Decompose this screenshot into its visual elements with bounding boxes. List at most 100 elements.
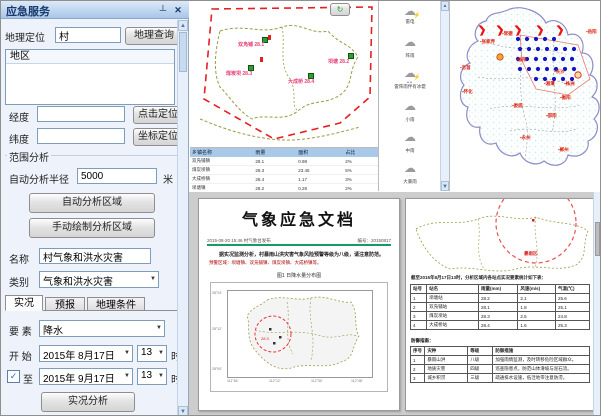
click-locate-button[interactable]: 点击定位 (133, 106, 183, 124)
heavy-rain-icon: ☁ (379, 162, 441, 175)
rain-station-dot (572, 67, 576, 71)
city-label: ▪怀化 (462, 89, 473, 95)
city-label: ▪永州 (520, 135, 531, 141)
tab-forecast[interactable]: 预报 (45, 297, 85, 311)
type-select[interactable]: 气象和洪水灾害 ▼ (39, 271, 159, 288)
end-hour-select[interactable]: 13▼ (137, 368, 167, 385)
table-row: 3煤炭坝站28.32.524.8 (411, 312, 590, 321)
scroll-down-icon[interactable]: ▼ (178, 406, 188, 416)
auto-analyze-area-button[interactable]: 自动分析区域 (29, 193, 155, 213)
coord-locate-button[interactable]: 坐标定位 (133, 128, 183, 146)
pin-icon[interactable]: ┴ (157, 4, 169, 16)
province-map[interactable]: ▪岳阳 ▪常德 ▪张家界 ▪吉首 ▪怀化 ▪益阳 ▪长沙 ▪株洲 ▪湘潭 ▪娄底… (449, 1, 601, 191)
chart-map-canvas: 28.3 (227, 290, 371, 376)
rain-station-dot (518, 67, 522, 71)
name-input[interactable] (39, 248, 151, 264)
defense-guide-table: 序号 灾种 等级 防御措施 1暴雨山洪八级加强雨情监测，及时转移危险区域群众。 … (410, 346, 590, 383)
rain-station-dot (536, 67, 540, 71)
station-flag-icon (260, 57, 263, 62)
township-boundary-line (282, 27, 298, 111)
tab-geo-condition[interactable]: 地理条件 (87, 297, 145, 311)
panel-scrollbar[interactable]: ▲ ▼ (177, 20, 188, 416)
rain-station-dot (516, 37, 520, 41)
col-town-name: 乡镇名称 (190, 148, 253, 157)
wind-chevron-icon: ❯ (477, 24, 487, 36)
end-date-select[interactable]: 2015年 9月17日▼ (39, 368, 133, 385)
rain-station-dot (536, 47, 540, 51)
end-checkbox[interactable]: ✓ (7, 370, 20, 383)
x-tick: 112°48' (351, 379, 363, 383)
chevron-down-icon: ▼ (156, 325, 162, 331)
chart-caption: 图1 日降水量分布图 (199, 272, 399, 279)
table-row[interactable]: 坝塘镇28.20.282% (190, 184, 378, 193)
chevron-down-icon: ▼ (150, 276, 156, 282)
document-title: 气象应急文档 (199, 206, 399, 230)
radius-input[interactable] (77, 168, 157, 184)
wind-chevron-icon: ❯ (555, 24, 565, 36)
region-list-header[interactable]: 地区 (6, 50, 174, 64)
legend-scrollbar[interactable]: ▲ ▼ (440, 1, 449, 191)
panel-titlebar[interactable]: 应急服务 ┴ ✕ (1, 1, 189, 19)
manual-draw-area-button[interactable]: 手动绘制分析区域 (29, 218, 155, 238)
shower-cloud-icon: ☁ (379, 36, 441, 49)
weather-legend: ☁⚡ 雷电 ☁' ' 阵雨 ☁⚡▴▴ 雷阵雨伴有冰雹 ☁' 小雨 ☁'' 中雨 … (378, 1, 449, 191)
start-hour-select[interactable]: 13▼ (137, 345, 167, 362)
geo-locate-input[interactable] (55, 27, 121, 43)
local-map-canvas (190, 1, 378, 147)
legend-item: ☁⚡▴▴ 雷阵雨伴有冰雹 (379, 67, 441, 90)
name-label: 名称 (9, 251, 29, 266)
panel-scroll-thumb[interactable] (179, 32, 187, 72)
table-row[interactable]: 大成桥镇28.41.173% (190, 175, 378, 184)
scroll-up-icon[interactable]: ▲ (178, 20, 188, 31)
station-label: 煤炭坝 28.3 (226, 70, 252, 77)
alert-point-icon (497, 54, 503, 60)
city-label: ▪郴州 (558, 147, 569, 153)
wind-chevron-icon: ❯ (535, 24, 545, 36)
city-label: ▪娄底 (512, 103, 523, 109)
close-icon[interactable]: ✕ (172, 4, 184, 16)
station-data-table: 站号 站名 雨量(mm) 风速(m/s) 气温(℃) 1坝塘站28.22.125… (410, 284, 590, 330)
region-listbox[interactable]: 地区 (5, 49, 175, 105)
province-map-canvas (450, 1, 601, 191)
longitude-label: 经度 (9, 109, 29, 124)
chevron-down-icon: ▼ (158, 350, 164, 356)
document-scroll-thumb[interactable] (595, 222, 600, 256)
geo-query-button[interactable]: 地理查询 (125, 27, 183, 45)
document-scrollbar[interactable] (593, 192, 601, 416)
tab-live[interactable]: 实况 (5, 295, 43, 311)
map-refresh-button[interactable]: ↻ (330, 3, 350, 16)
geo-locate-label: 地理定位 (5, 29, 45, 44)
scroll-up-icon[interactable]: ▲ (441, 1, 449, 11)
emergency-panel: 应急服务 ┴ ✕ 地理定位 地理查询 地区 经度 点击定位 纬度 坐标定位 范围… (1, 1, 189, 416)
wind-chevron-icon: ❯ (495, 24, 505, 36)
doc-meta-no: 编号：20150817 (357, 238, 391, 244)
city-label: ▪邵阳 (546, 113, 557, 119)
element-select[interactable]: 降水▼ (39, 320, 165, 337)
legend-item: ☁'' 中雨 (379, 131, 441, 154)
rain-station-dot (527, 47, 531, 51)
rain-station-dot (552, 37, 556, 41)
emergency-service-window: 应急服务 ┴ ✕ 地理定位 地理查询 地区 经度 点击定位 纬度 坐标定位 范围… (0, 0, 601, 416)
local-map[interactable]: ↻ 双凫铺 28.1 煤炭坝 28.3 大成桥 28.4 坝塘 28.2 (190, 1, 378, 147)
rain-station-dot (572, 47, 576, 51)
latitude-input[interactable] (37, 128, 125, 144)
rainfall-map-chart: 28.3 111°54' 112°12' 112°30' 112°48' 28°… (210, 282, 388, 392)
longitude-input[interactable] (37, 106, 125, 122)
table-row[interactable]: 双凫铺镇28.10.982% (190, 157, 378, 166)
local-map-table[interactable]: 乡镇名称 雨量 面积 占比 双凫铺镇28.10.982% 煤炭坝镇28.323.… (190, 147, 378, 192)
svg-text:28.3: 28.3 (261, 336, 270, 341)
table-row[interactable]: 煤炭坝镇28.323.455% (190, 166, 378, 175)
table-row: 4大成桥站28.41.625.3 (411, 321, 590, 330)
live-analyze-button[interactable]: 实况分析 (41, 392, 135, 412)
radius-unit: 米 (163, 171, 173, 186)
type-select-value: 气象和洪水灾害 (43, 277, 113, 288)
chevron-down-icon: ▼ (124, 373, 130, 379)
x-tick: 111°54' (227, 379, 238, 383)
col-ratio: 占比 (343, 148, 378, 157)
start-date-select[interactable]: 2015年 8月17日▼ (39, 345, 133, 362)
end-hour-value: 13 (141, 370, 152, 381)
rain-station-dot (534, 37, 538, 41)
rain-station-dot (543, 37, 547, 41)
scroll-down-icon[interactable]: ▼ (441, 181, 449, 191)
moderate-rain-icon: ☁ (379, 131, 441, 144)
